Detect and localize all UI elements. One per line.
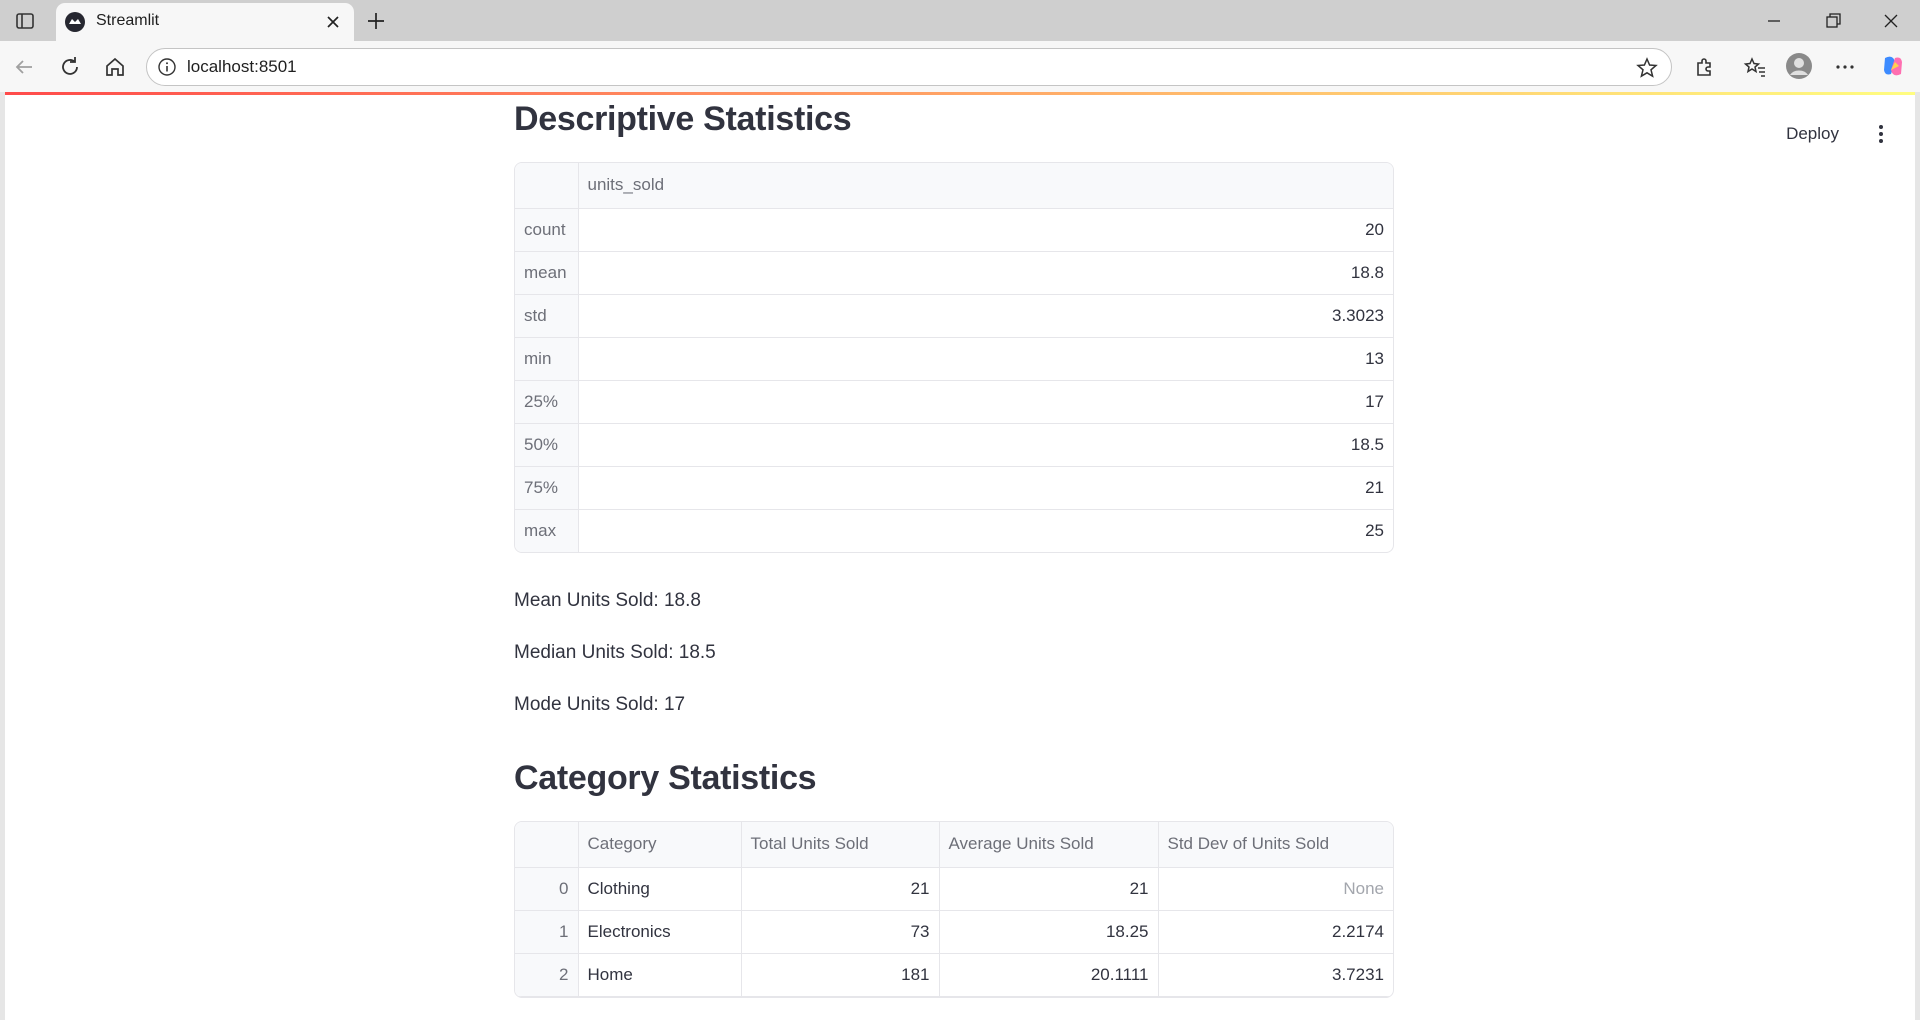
new-tab-icon[interactable] (364, 9, 388, 33)
tab-title: Streamlit (96, 12, 160, 29)
table-cell[interactable]: 18.8 (578, 251, 1393, 295)
mean-units-text: Mean Units Sold: 18.8 (514, 590, 701, 611)
more-options-icon[interactable] (1831, 53, 1859, 81)
table-row: max 25 (515, 509, 1393, 552)
table-cell[interactable]: 13 (578, 337, 1393, 381)
table-row: 2 Home 181 20.1111 3.7231 (515, 953, 1393, 997)
browser-toolbar: localhost:8501 (0, 41, 1920, 92)
close-tab-icon[interactable] (322, 11, 344, 33)
descriptive-statistics-heading: Descriptive Statistics (514, 100, 852, 138)
table-cell[interactable]: 20 (578, 208, 1393, 252)
address-url[interactable]: localhost:8501 (187, 57, 297, 77)
descriptive-stats-table[interactable]: units_sold count 20 mean 18.8 std 3.3023 (514, 162, 1394, 553)
table-cell[interactable]: 21 (741, 867, 940, 911)
table-cell[interactable]: 21 (939, 867, 1159, 911)
main-menu-icon[interactable] (1867, 120, 1895, 148)
row-label: min (515, 337, 579, 381)
column-header-average-units[interactable]: Average Units Sold (939, 822, 1159, 868)
address-bar[interactable]: localhost:8501 (146, 48, 1672, 86)
table-cell[interactable]: 3.3023 (578, 294, 1393, 338)
column-header-category[interactable]: Category (578, 822, 742, 868)
back-icon[interactable] (10, 53, 38, 81)
table-row: min 13 (515, 337, 1393, 381)
category-statistics-heading: Category Statistics (514, 759, 817, 797)
table-header-row: units_sold (515, 163, 1393, 209)
row-index: 2 (515, 953, 579, 997)
site-info-icon[interactable] (157, 57, 177, 77)
streamlit-app: Deploy Descriptive Statistics units_sold… (0, 92, 1920, 1020)
table-cell[interactable]: 20.1111 (939, 953, 1159, 997)
table-row: 1 Electronics 73 18.25 2.2174 (515, 910, 1393, 954)
browser-tab[interactable]: Streamlit (56, 3, 354, 41)
row-label: 25% (515, 380, 579, 424)
table-row: count 20 (515, 208, 1393, 252)
deploy-button[interactable]: Deploy (1778, 116, 1847, 152)
minimize-icon[interactable] (1762, 9, 1786, 33)
category-stats-table[interactable]: Category Total Units Sold Average Units … (514, 821, 1394, 998)
restore-icon[interactable] (1821, 9, 1845, 33)
table-cell[interactable]: 73 (741, 910, 940, 954)
table-row: 50% 18.5 (515, 423, 1393, 467)
mode-units-text: Mode Units Sold: 17 (514, 694, 686, 715)
column-header-std-dev-units[interactable]: Std Dev of Units Sold (1158, 822, 1393, 868)
reload-icon[interactable] (56, 53, 84, 81)
copilot-icon[interactable] (1879, 52, 1907, 80)
index-header (515, 163, 579, 209)
row-label: max (515, 509, 579, 552)
column-header-total-units[interactable]: Total Units Sold (741, 822, 940, 868)
tab-actions-icon[interactable] (14, 10, 36, 32)
close-window-icon[interactable] (1879, 9, 1903, 33)
median-units-text: Median Units Sold: 18.5 (514, 642, 716, 663)
table-cell[interactable]: Electronics (578, 910, 742, 954)
table-row: std 3.3023 (515, 294, 1393, 338)
table-cell[interactable]: 21 (578, 466, 1393, 510)
row-label: 75% (515, 466, 579, 510)
table-cell[interactable]: None (1158, 867, 1393, 911)
home-icon[interactable] (101, 53, 129, 81)
index-header (515, 822, 579, 868)
table-cell[interactable]: 2.2174 (1158, 910, 1393, 954)
table-row: mean 18.8 (515, 251, 1393, 295)
table-row: 25% 17 (515, 380, 1393, 424)
column-header-units-sold[interactable]: units_sold (578, 163, 1393, 209)
table-cell[interactable]: 25 (578, 509, 1393, 552)
row-label: 50% (515, 423, 579, 467)
table-cell[interactable]: 17 (578, 380, 1393, 424)
table-cell[interactable]: 18.5 (578, 423, 1393, 467)
table-row: 0 Clothing 21 21 None (515, 867, 1393, 911)
row-label: count (515, 208, 579, 252)
table-header-row: Category Total Units Sold Average Units … (515, 822, 1393, 868)
table-cell[interactable]: 18.25 (939, 910, 1159, 954)
table-row: 75% 21 (515, 466, 1393, 510)
row-label: std (515, 294, 579, 338)
streamlit-favicon-icon (65, 12, 85, 32)
table-cell[interactable]: 3.7231 (1158, 953, 1393, 997)
table-cell[interactable]: Home (578, 953, 742, 997)
favorite-star-icon[interactable] (1635, 56, 1659, 80)
row-index: 0 (515, 867, 579, 911)
table-cell[interactable]: Clothing (578, 867, 742, 911)
row-label: mean (515, 251, 579, 295)
profile-avatar-icon[interactable] (1785, 52, 1813, 80)
table-cell[interactable]: 181 (741, 953, 940, 997)
favorites-icon[interactable] (1741, 53, 1769, 81)
row-index: 1 (515, 910, 579, 954)
browser-tab-bar: Streamlit (0, 0, 1920, 41)
header-decoration (5, 92, 1915, 95)
extensions-icon[interactable] (1690, 53, 1718, 81)
